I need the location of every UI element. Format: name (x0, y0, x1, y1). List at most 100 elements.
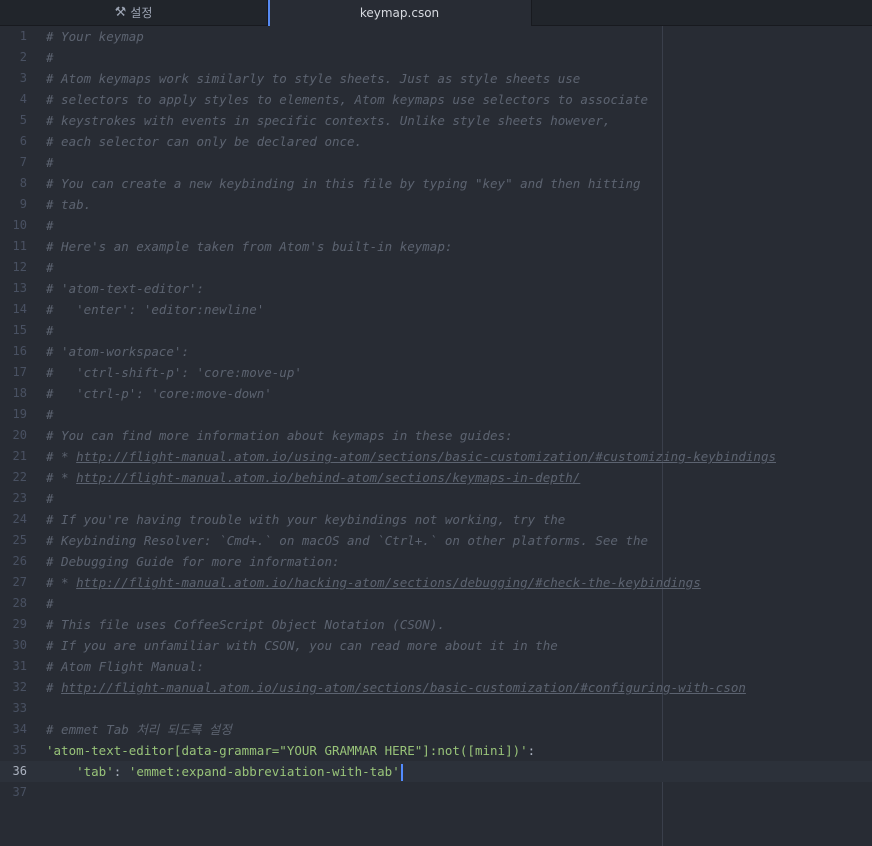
code-line[interactable]: 15 # (0, 320, 872, 341)
line-content: # If you are unfamiliar with CSON, you c… (46, 635, 558, 656)
comment-text: # * http://flight-manual.atom.io/using-a… (46, 449, 776, 464)
comment-fragment: # (46, 218, 54, 233)
line-content: # (46, 320, 54, 341)
comment-text: # (46, 491, 54, 506)
comment-text: # 'ctrl-shift-p': 'core:move-up' (46, 365, 302, 380)
comment-link[interactable]: http://flight-manual.atom.io/using-atom/… (61, 680, 746, 695)
code-line[interactable]: 21 # * http://flight-manual.atom.io/using… (0, 446, 872, 467)
code-line[interactable]: 13 # 'atom-text-editor': (0, 278, 872, 299)
code-line[interactable]: 22 # * http://flight-manual.atom.io/behin… (0, 467, 872, 488)
tools-icon: ⚒ (114, 5, 127, 20)
line-number: 13 (12, 281, 27, 295)
line-number: 24 (12, 512, 27, 526)
line-content: # 'enter': 'editor:newline' (46, 299, 264, 320)
line-content: # selectors to apply styles to elements,… (46, 89, 648, 110)
line-number: 19 (12, 407, 27, 421)
comment-text: # Atom Flight Manual: (46, 659, 204, 674)
line-number: 28 (12, 596, 27, 610)
tab-settings-label: 설정 (130, 6, 153, 20)
comment-text: # If you're having trouble with your key… (46, 512, 565, 527)
comment-text: # 'atom-text-editor': (46, 281, 204, 296)
comment-fragment: # Atom Flight Manual: (46, 659, 205, 674)
code-line[interactable]: 9 # tab. (0, 194, 872, 215)
line-number: 22 (12, 470, 27, 484)
code-line[interactable]: 2 # (0, 47, 872, 68)
code-line[interactable]: 34 # emmet Tab 처리 되도록 설정 (0, 719, 872, 740)
line-content: # (46, 593, 54, 614)
code-line[interactable]: 18 # 'ctrl-p': 'core:move-down' (0, 383, 872, 404)
line-content: # keystrokes with events in specific con… (46, 110, 610, 131)
code-line[interactable]: 31 # Atom Flight Manual: (0, 656, 872, 677)
code-line[interactable]: 32 # http://flight-manual.atom.io/using-a… (0, 677, 872, 698)
code-line[interactable]: 8 # You can create a new keybinding in th… (0, 173, 872, 194)
code-line[interactable]: 4 # selectors to apply styles to elements… (0, 89, 872, 110)
line-content: # * http://flight-manual.atom.io/hacking… (46, 572, 701, 593)
code-line[interactable]: 3 # Atom keymaps work similarly to style … (0, 68, 872, 89)
line-number: 37 (12, 785, 27, 799)
code-line[interactable]: 1 # Your keymap (0, 26, 872, 47)
code-line[interactable]: 10 # (0, 215, 872, 236)
code-line[interactable]: 28 # (0, 593, 872, 614)
code-line[interactable]: 27 # * http://flight-manual.atom.io/hacki… (0, 572, 872, 593)
code-line[interactable]: 37 (0, 782, 872, 803)
line-number: 35 (12, 743, 27, 757)
tab-keymap-cson[interactable]: keymap.cson (268, 0, 532, 26)
line-content: # Keybinding Resolver: `Cmd+.` on macOS … (46, 530, 648, 551)
comment-link[interactable]: http://flight-manual.atom.io/using-atom/… (76, 449, 776, 464)
code-line[interactable]: 26 # Debugging Guide for more information… (0, 551, 872, 572)
comment-link[interactable]: http://flight-manual.atom.io/behind-atom… (76, 470, 580, 485)
comment-link[interactable]: http://flight-manual.atom.io/hacking-ato… (76, 575, 701, 590)
line-content: # Atom keymaps work similarly to style s… (46, 68, 580, 89)
comment-fragment: # keystrokes with events in specific con… (46, 113, 611, 128)
comment-fragment: # 'ctrl-shift-p': 'core:move-up' (46, 365, 302, 380)
code-line[interactable]: 14 # 'enter': 'editor:newline' (0, 299, 872, 320)
string-token: 'emmet:expand-abbreviation-with-tab' (128, 764, 400, 779)
comment-fragment: # Atom keymaps work similarly to style s… (46, 71, 581, 86)
string-token: 'tab' (76, 764, 114, 779)
code-line[interactable]: 17 # 'ctrl-shift-p': 'core:move-up' (0, 362, 872, 383)
code-line[interactable]: 25 # Keybinding Resolver: `Cmd+.` on macO… (0, 530, 872, 551)
line-content: # Debugging Guide for more information: (46, 551, 340, 572)
comment-fragment: # (46, 491, 54, 506)
code-line[interactable]: 30 # If you are unfamiliar with CSON, you… (0, 635, 872, 656)
code-line[interactable]: 16 # 'atom-workspace': (0, 341, 872, 362)
code-line[interactable]: 19 # (0, 404, 872, 425)
line-content: # This file uses CoffeeScript Object Not… (46, 614, 445, 635)
code-line[interactable]: 35 'atom-text-editor[data-grammar="YOUR G… (0, 740, 872, 761)
line-content: # (46, 215, 54, 236)
code-line[interactable]: 7 # (0, 152, 872, 173)
line-number: 17 (12, 365, 27, 379)
code-line[interactable]: 6 # each selector can only be declared on… (0, 131, 872, 152)
line-number: 33 (12, 701, 27, 715)
line-number: 25 (12, 533, 27, 547)
line-number: 5 (19, 113, 27, 127)
code-line[interactable]: 29 # This file uses CoffeeScript Object N… (0, 614, 872, 635)
tab-settings[interactable]: ⚒ 설정 (0, 0, 268, 25)
punctuation-token: : (527, 743, 536, 758)
comment-fragment: # You can find more information about ke… (46, 428, 513, 443)
comment-text: # selectors to apply styles to elements,… (46, 92, 648, 107)
code-line[interactable]: 12 # (0, 257, 872, 278)
line-number: 15 (12, 323, 27, 337)
line-number: 11 (12, 239, 27, 253)
code-line[interactable]: 33 (0, 698, 872, 719)
comment-fragment: # (46, 260, 54, 275)
code-line[interactable]: 11 # Here's an example taken from Atom's … (0, 236, 872, 257)
line-content: # 'atom-text-editor': (46, 278, 204, 299)
line-content: # 'atom-workspace': (46, 341, 189, 362)
text-editor[interactable]: 1 # Your keymap 2 #3 # Atom keymaps work sim… (0, 26, 872, 846)
code-line[interactable]: 36 'tab': 'emmet:expand-abbreviation-wit… (0, 761, 872, 782)
comment-text: # * http://flight-manual.atom.io/behind-… (46, 470, 580, 485)
comment-fragment: # each selector can only be declared onc… (46, 134, 363, 149)
line-content: # Here's an example taken from Atom's bu… (46, 236, 452, 257)
line-number: 9 (19, 197, 27, 211)
code-line[interactable]: 23 # (0, 488, 872, 509)
code-line[interactable]: 20 # You can find more information about … (0, 425, 872, 446)
code-line[interactable]: 5 # keystrokes with events in specific co… (0, 110, 872, 131)
line-content: # You can find more information about ke… (46, 425, 513, 446)
comment-text: # (46, 260, 54, 275)
code-line[interactable]: 24 # If you're having trouble with your k… (0, 509, 872, 530)
comment-text: # If you are unfamiliar with CSON, you c… (46, 638, 558, 653)
comment-fragment: # 'ctrl-p': 'core:move-down' (46, 386, 272, 401)
line-number: 27 (12, 575, 27, 589)
